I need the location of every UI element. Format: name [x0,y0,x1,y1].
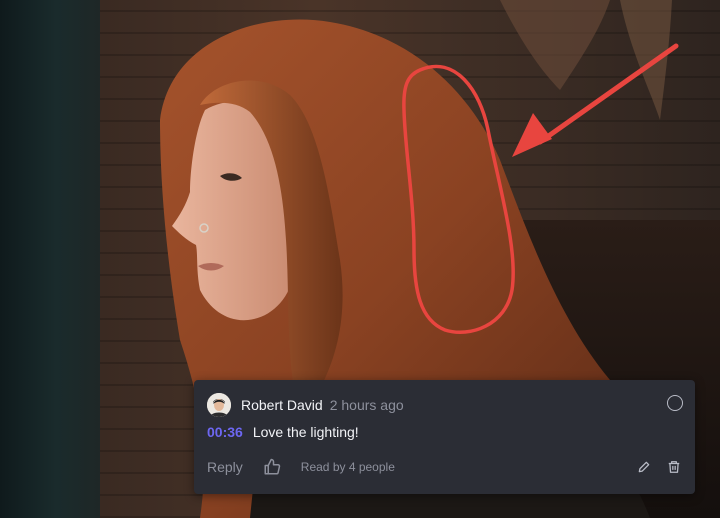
comment-footer: Reply Read by 4 people [207,456,681,478]
comment-header: Robert David 2 hours ago [207,392,404,418]
read-by-count: Read by 4 people [300,460,395,474]
comment-actions [621,460,681,474]
comment-time: 2 hours ago [329,397,404,413]
thumbs-up-icon[interactable] [263,458,281,476]
comment-timestamp[interactable]: 00:36 [207,424,243,440]
trash-icon[interactable] [667,460,681,474]
pencil-icon[interactable] [637,460,651,474]
circle-icon[interactable] [667,395,683,411]
comment-body: 00:36 Love the lighting! [207,424,359,440]
comment-text: Love the lighting! [252,424,359,440]
reply-button[interactable]: Reply [207,459,243,475]
user-avatar [207,393,231,417]
comment-card: Robert David 2 hours ago 00:36 Love the … [194,380,695,494]
comment-author: Robert David [241,397,323,413]
wall-decoration [500,0,610,90]
